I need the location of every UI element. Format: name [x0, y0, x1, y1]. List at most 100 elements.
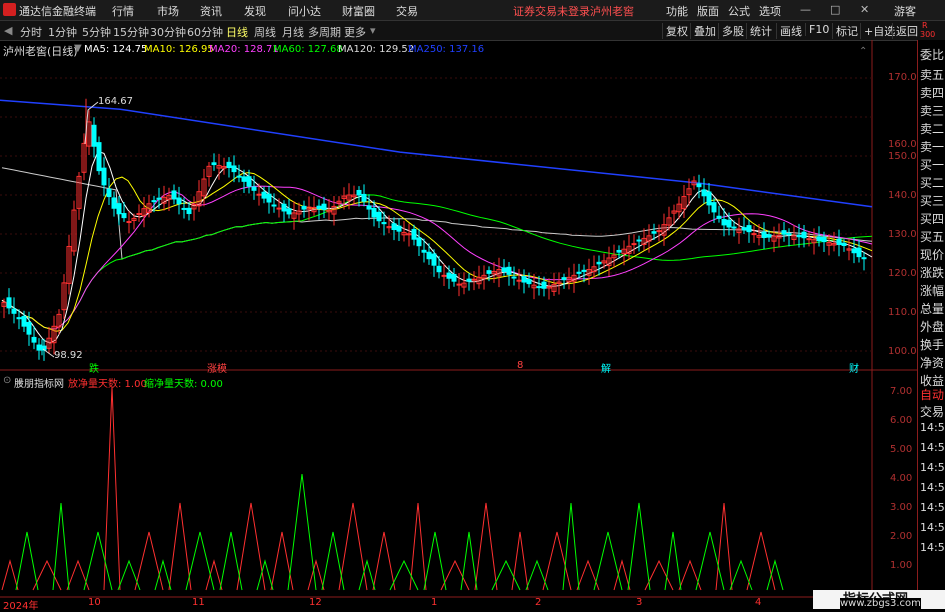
candle-body	[116, 203, 122, 215]
quote-label: 卖五	[920, 68, 945, 82]
menu-news[interactable]: 资讯	[200, 3, 222, 19]
price-tick: 160.0	[888, 139, 917, 150]
indicator-up-line	[715, 502, 733, 591]
candle-body	[266, 193, 272, 203]
quote-label: 卖一	[920, 140, 945, 154]
menu-market[interactable]: 市场	[157, 3, 179, 19]
main-chart[interactable]: ⌃ ▾	[0, 40, 917, 609]
price-panel-title: 泸州老窖(日线)	[3, 45, 78, 58]
candle-body	[451, 273, 457, 282]
candle-body	[26, 321, 32, 335]
tool-stats[interactable]: 统计	[746, 23, 772, 39]
event-marker[interactable]: 涨模	[207, 360, 227, 375]
tool-draw[interactable]: 画线	[776, 23, 802, 39]
tool-back[interactable]: 返回	[892, 23, 918, 39]
period-15min[interactable]: 15分钟	[113, 24, 149, 40]
maximize-icon[interactable]: □	[830, 3, 840, 16]
period-1min[interactable]: 1分钟	[48, 24, 77, 40]
candle-body	[781, 230, 787, 235]
auto-label[interactable]: 自动	[920, 386, 944, 403]
event-marker[interactable]: 8	[517, 360, 523, 371]
indicator-up-line	[678, 559, 702, 591]
indicator-tick: 7.00	[890, 386, 913, 397]
indicator-up-line	[372, 531, 396, 591]
tick-time: 14:56	[920, 441, 945, 454]
collapse-icon[interactable]: ◀	[4, 24, 12, 37]
candle-body	[761, 231, 767, 239]
price-tick: 110.0	[888, 307, 917, 318]
ma250-legend: MA250: 137.16	[408, 44, 485, 55]
more-chevron-icon[interactable]: ▾	[370, 24, 376, 37]
menu-options[interactable]: 选项	[759, 3, 781, 19]
event-marker[interactable]: 财	[849, 360, 859, 375]
guest-user[interactable]: 游客	[894, 3, 916, 19]
candle-body	[31, 336, 37, 343]
candle-body	[796, 234, 802, 238]
ma10-line	[1, 172, 873, 332]
period-monthly[interactable]: 月线	[282, 24, 304, 40]
candle-body	[441, 274, 447, 277]
candle-body	[631, 243, 637, 246]
candle-body	[576, 271, 582, 274]
indicator-tick: 1.00	[890, 560, 913, 571]
indicator-legend-up: 放净量天数: 1.00	[68, 379, 147, 390]
menu-function[interactable]: 功能	[666, 3, 688, 19]
tool-mark[interactable]: 标记	[832, 23, 858, 39]
quote-label: 卖三	[920, 104, 945, 118]
indicator-down-line	[117, 559, 141, 591]
event-marker[interactable]: 解	[601, 360, 611, 375]
minimize-icon[interactable]: —	[800, 3, 811, 16]
ma10-legend: MA10: 126.95	[144, 44, 214, 55]
candle-body	[366, 205, 372, 210]
menu-trade[interactable]: 交易	[396, 3, 418, 19]
indicator-up-line	[270, 531, 294, 591]
legend-toggle-icon[interactable]: ▼	[74, 43, 82, 54]
indicator-down-line	[460, 531, 478, 591]
menu-assistant[interactable]: 问小达	[288, 3, 321, 19]
menu-formula[interactable]: 公式	[728, 3, 750, 19]
indicator-up-line	[409, 502, 427, 591]
quote-label: 买三	[920, 194, 945, 208]
period-30min[interactable]: 30分钟	[150, 24, 186, 40]
candle-body	[186, 207, 192, 215]
indicator-down-line	[358, 559, 376, 591]
candle-body	[416, 237, 422, 247]
tool-add-watchlist[interactable]: +自选	[860, 23, 895, 39]
quote-panel-flag: R	[922, 21, 928, 30]
app-logo-icon	[3, 3, 16, 16]
candle-body	[471, 278, 477, 281]
event-marker[interactable]: 跌	[89, 360, 99, 375]
indicator-tick: 4.00	[890, 473, 913, 484]
candle-body	[446, 272, 452, 279]
tool-multi-stock[interactable]: 多股	[718, 23, 744, 39]
period-multi[interactable]: 多周期	[308, 24, 341, 40]
period-60min[interactable]: 60分钟	[187, 24, 223, 40]
quote-label: 换手	[920, 338, 945, 352]
indicator-toggle-icon[interactable]: ⊙	[3, 375, 11, 386]
menu-wealth[interactable]: 财富圈	[342, 3, 375, 19]
tool-overlay[interactable]: 叠加	[690, 23, 716, 39]
period-intraday[interactable]: 分时	[20, 24, 42, 40]
candle-body	[176, 197, 182, 205]
period-more[interactable]: 更多	[344, 24, 366, 40]
close-icon[interactable]: ✕	[860, 3, 869, 16]
login-warning[interactable]: 证券交易未登录	[513, 3, 590, 19]
tool-adjust[interactable]: 复权	[662, 23, 688, 39]
indicator-up-line	[66, 559, 90, 591]
candle-body	[106, 188, 112, 198]
chart-settings-icon[interactable]: ⌃	[859, 46, 867, 57]
period-daily[interactable]: 日线	[226, 24, 248, 40]
candle-body	[156, 197, 162, 200]
date-tick: 10	[88, 597, 101, 608]
menu-layout[interactable]: 版面	[697, 3, 719, 19]
candle-body	[806, 238, 812, 241]
period-5min[interactable]: 5分钟	[82, 24, 111, 40]
tool-f10[interactable]: F10	[805, 23, 829, 36]
period-weekly[interactable]: 周线	[254, 24, 276, 40]
menu-discover[interactable]: 发现	[244, 3, 266, 19]
menu-quotes[interactable]: 行情	[112, 3, 134, 19]
current-stock-name: 泸州老窖	[590, 5, 634, 18]
candle-body	[711, 202, 717, 213]
candle-body	[856, 247, 862, 258]
candle-body	[421, 249, 427, 253]
